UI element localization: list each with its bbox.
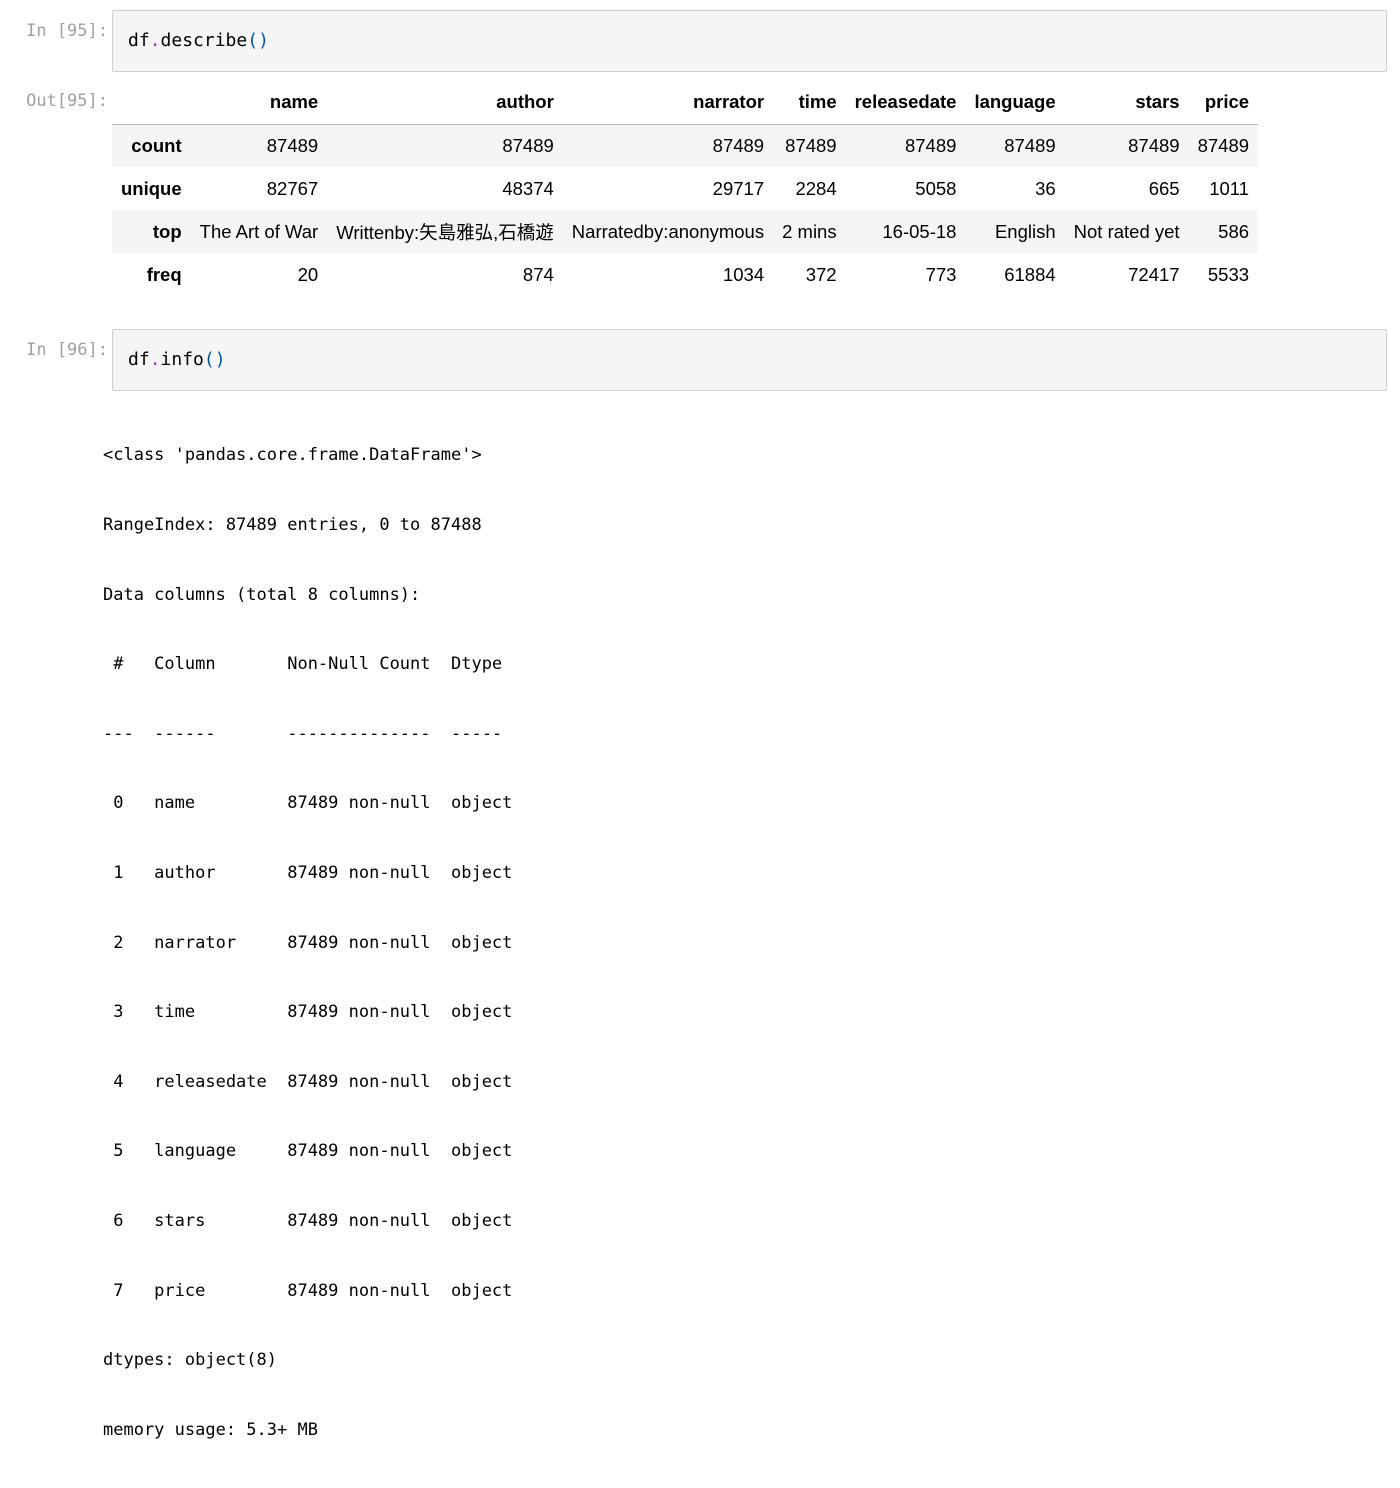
output-line: 5 language 87489 non-null object	[103, 1141, 513, 1162]
output-line: memory usage: 5.3+ MB	[103, 1419, 318, 1440]
table-cell: 20	[297, 263, 319, 285]
output-line: 0 name 87489 non-null object	[103, 793, 513, 814]
input-prompt: In [96]:	[26, 340, 108, 360]
output-prompt: Out[95]:	[26, 91, 108, 111]
column-header: name	[190, 81, 328, 125]
code-text[interactable]: df.describe()	[128, 30, 269, 51]
column-header: author	[327, 81, 563, 125]
table-cell: 72417	[1128, 263, 1180, 285]
table-header-row: name author narrator time releasedate la…	[112, 81, 1259, 125]
table-cell: 87489	[712, 134, 765, 156]
table-cell: 2 mins	[782, 220, 837, 242]
table-cell: 665	[1148, 177, 1180, 199]
output-line: 1 author 87489 non-null object	[103, 862, 513, 883]
table-cell: 48374	[502, 177, 554, 199]
code-dot: .	[149, 30, 161, 51]
table-cell: 5533	[1207, 263, 1250, 285]
table-cell: Not rated yet	[1073, 220, 1180, 242]
column-header: stars	[1064, 81, 1189, 125]
output-line: --- ------ -------------- -----	[103, 723, 513, 744]
code-input[interactable]: df.info()	[112, 329, 1387, 391]
table-row: top The Art of War Writtenby:矢島雅弘,石橋遊 Na…	[112, 210, 1259, 253]
code-method: info	[160, 349, 204, 370]
code-input[interactable]: df.describe()	[112, 10, 1387, 72]
describe-table: name author narrator time releasedate la…	[112, 81, 1259, 296]
info-output: <class 'pandas.core.frame.DataFrame'> Ra…	[103, 398, 512, 1488]
code-text[interactable]: df.info()	[128, 349, 226, 370]
code-dot: .	[149, 349, 161, 370]
output-line: 4 releasedate 87489 non-null object	[103, 1071, 513, 1092]
output-line: Data columns (total 8 columns):	[103, 584, 421, 605]
table-cell: 87489	[1128, 134, 1180, 156]
code-object: df	[128, 349, 150, 370]
output-line: # Column Non-Null Count Dtype	[103, 654, 513, 675]
table-cell: 29717	[712, 177, 765, 199]
column-header: language	[965, 81, 1065, 125]
table-row: count 87489 87489 87489 87489 87489 8748…	[112, 124, 1259, 167]
row-label: top	[152, 220, 182, 242]
column-header: time	[773, 81, 846, 125]
table-cell: Narratedby:anonymous	[571, 220, 765, 242]
column-header: releasedate	[845, 81, 966, 125]
code-parens: ()	[247, 30, 269, 51]
output-line: <class 'pandas.core.frame.DataFrame'>	[103, 445, 482, 466]
output-line: RangeIndex: 87489 entries, 0 to 87488	[103, 515, 482, 535]
table-cell: 87489	[502, 134, 554, 156]
table-cell: 82767	[266, 177, 319, 199]
index-header	[112, 81, 191, 125]
row-label: count	[131, 134, 182, 156]
code-object: df	[128, 30, 150, 51]
table-row: freq 20 874 1034 372 773 61884 72417 553…	[112, 253, 1259, 296]
table-cell: 1034	[722, 263, 765, 285]
table-cell: 87489	[1004, 134, 1056, 156]
table-cell: 586	[1218, 220, 1250, 242]
table-cell: 773	[925, 263, 957, 285]
table-cell: 5058	[915, 177, 957, 199]
column-header: narrator	[562, 81, 774, 125]
table-cell: 87489	[266, 134, 319, 156]
input-prompt: In [95]:	[26, 21, 108, 41]
column-header: price	[1188, 81, 1259, 125]
table-cell: 87489	[785, 134, 837, 156]
table-cell: 16-05-18	[882, 220, 957, 242]
table-row: unique 82767 48374 29717 2284 5058 36 66…	[112, 167, 1259, 210]
table-cell: 2284	[795, 177, 837, 199]
code-parens: ()	[203, 349, 226, 370]
output-line: dtypes: object(8)	[103, 1350, 277, 1371]
row-label: freq	[146, 263, 182, 285]
code-method: describe	[160, 30, 248, 51]
table-cell: 1011	[1209, 177, 1250, 199]
output-line: 2 narrator 87489 non-null object	[103, 932, 513, 953]
table-cell: 87489	[904, 134, 957, 156]
table-cell: English	[994, 220, 1056, 242]
table-cell: 874	[522, 263, 554, 285]
output-line: 7 price 87489 non-null object	[103, 1280, 513, 1301]
table-cell: 372	[805, 263, 837, 285]
table-cell: The Art of War	[199, 220, 319, 242]
table-cell: 87489	[1197, 134, 1250, 156]
output-line: 6 stars 87489 non-null object	[103, 1210, 513, 1231]
table-cell: 61884	[1004, 263, 1056, 285]
table-cell: Writtenby:矢島雅弘,石橋遊	[336, 221, 554, 243]
output-line: 3 time 87489 non-null object	[103, 1002, 513, 1023]
table-cell: 36	[1035, 177, 1056, 199]
row-label: unique	[121, 177, 182, 199]
